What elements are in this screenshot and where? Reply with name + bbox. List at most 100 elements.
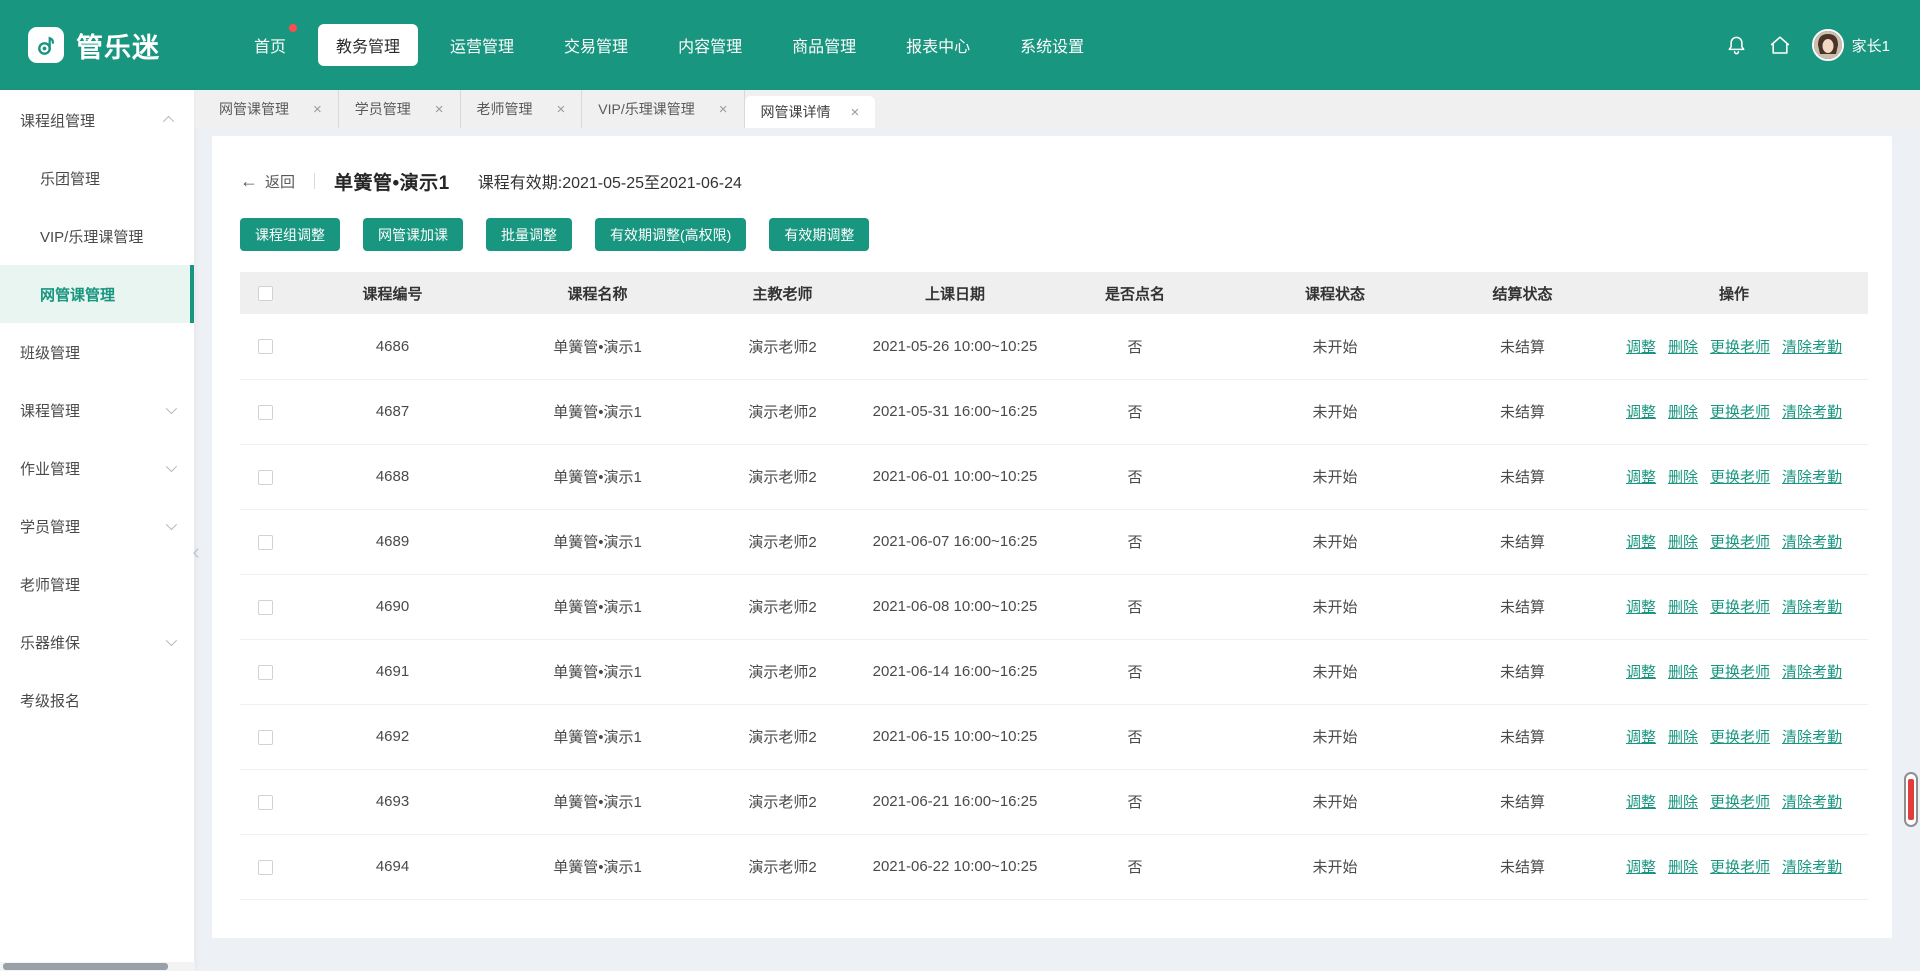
row-checkbox[interactable]	[258, 600, 273, 615]
sidebar-collapse-handle[interactable]: ‹	[187, 530, 205, 574]
nav-item-2[interactable]: 运营管理	[432, 24, 532, 66]
sidebar-item-1[interactable]: 乐团管理	[0, 149, 194, 207]
nav-item-0[interactable]: 首页	[236, 24, 304, 66]
clear-attendance-link[interactable]: 清除考勤	[1782, 599, 1842, 616]
adjust-link[interactable]: 调整	[1626, 534, 1656, 551]
sidebar-item-9[interactable]: 乐器维保	[0, 613, 194, 671]
status-cell: 未开始	[1225, 769, 1445, 834]
close-tab-icon[interactable]: ×	[435, 102, 444, 117]
back-button[interactable]: ← 返回	[240, 171, 295, 192]
clear-attendance-link[interactable]: 清除考勤	[1782, 729, 1842, 746]
change-teacher-link[interactable]: 更换老师	[1710, 469, 1770, 486]
clear-attendance-link[interactable]: 清除考勤	[1782, 339, 1842, 356]
change-teacher-link[interactable]: 更换老师	[1710, 404, 1770, 421]
toolbar-button-3[interactable]: 有效期调整(高权限)	[595, 218, 746, 251]
adjust-link[interactable]: 调整	[1626, 599, 1656, 616]
clear-attendance-link[interactable]: 清除考勤	[1782, 534, 1842, 551]
toolbar-button-0[interactable]: 课程组调整	[240, 218, 340, 251]
adjust-link[interactable]: 调整	[1626, 729, 1656, 746]
sidebar-item-2[interactable]: VIP/乐理课管理	[0, 207, 194, 265]
horizontal-scrollbar-thumb[interactable]	[3, 963, 168, 970]
sidebar-item-0[interactable]: 课程组管理	[0, 91, 194, 149]
change-teacher-link[interactable]: 更换老师	[1710, 339, 1770, 356]
toolbar-button-1[interactable]: 网管课加课	[363, 218, 463, 251]
nav-item-7[interactable]: 系统设置	[1002, 24, 1102, 66]
close-tab-icon[interactable]: ×	[851, 105, 860, 120]
user-menu[interactable]: 家长1	[1812, 29, 1890, 61]
sidebar-item-6[interactable]: 作业管理	[0, 439, 194, 497]
delete-link[interactable]: 删除	[1668, 859, 1698, 876]
adjust-link[interactable]: 调整	[1626, 794, 1656, 811]
close-tab-icon[interactable]: ×	[557, 102, 566, 117]
clear-attendance-link[interactable]: 清除考勤	[1782, 859, 1842, 876]
adjust-link[interactable]: 调整	[1626, 469, 1656, 486]
adjust-link[interactable]: 调整	[1626, 339, 1656, 356]
close-tab-icon[interactable]: ×	[719, 102, 728, 117]
nav-item-3[interactable]: 交易管理	[546, 24, 646, 66]
toolbar-button-4[interactable]: 有效期调整	[769, 218, 869, 251]
home-icon[interactable]	[1768, 33, 1792, 57]
change-teacher-link[interactable]: 更换老师	[1710, 729, 1770, 746]
delete-link[interactable]: 删除	[1668, 729, 1698, 746]
adjust-link[interactable]: 调整	[1626, 859, 1656, 876]
row-checkbox[interactable]	[258, 405, 273, 420]
row-checkbox[interactable]	[258, 730, 273, 745]
avatar	[1812, 29, 1844, 61]
adjust-link[interactable]: 调整	[1626, 664, 1656, 681]
delete-link[interactable]: 删除	[1668, 339, 1698, 356]
tab-2[interactable]: 老师管理×	[461, 90, 583, 128]
brand[interactable]: 管乐迷	[28, 26, 160, 65]
tab-label: 学员管理	[355, 99, 411, 119]
delete-link[interactable]: 删除	[1668, 599, 1698, 616]
sidebar-item-7[interactable]: 学员管理	[0, 497, 194, 555]
date-cell: 2021-06-21 16:00~16:25	[865, 769, 1045, 834]
row-checkbox[interactable]	[258, 470, 273, 485]
page-body: 课程组管理乐团管理VIP/乐理课管理网管课管理班级管理课程管理作业管理学员管理老…	[0, 90, 1920, 971]
change-teacher-link[interactable]: 更换老师	[1710, 599, 1770, 616]
row-checkbox[interactable]	[258, 535, 273, 550]
select-all-checkbox[interactable]	[258, 286, 273, 301]
delete-link[interactable]: 删除	[1668, 794, 1698, 811]
table-row: 4691单簧管•演示1演示老师22021-06-14 16:00~16:25否未…	[240, 639, 1868, 704]
sidebar-item-5[interactable]: 课程管理	[0, 381, 194, 439]
notifications-icon[interactable]	[1725, 34, 1748, 57]
tab-3[interactable]: VIP/乐理课管理×	[582, 90, 744, 128]
clear-attendance-link[interactable]: 清除考勤	[1782, 404, 1842, 421]
tab-4[interactable]: 网管课详情×	[745, 96, 876, 128]
table-row: 4690单簧管•演示1演示老师22021-06-08 10:00~10:25否未…	[240, 574, 1868, 639]
delete-link[interactable]: 删除	[1668, 664, 1698, 681]
change-teacher-link[interactable]: 更换老师	[1710, 794, 1770, 811]
rollcall-cell: 否	[1045, 639, 1225, 704]
toolbar-button-2[interactable]: 批量调整	[486, 218, 572, 251]
tab-1[interactable]: 学员管理 ×	[339, 90, 461, 128]
clear-attendance-link[interactable]: 清除考勤	[1782, 469, 1842, 486]
change-teacher-link[interactable]: 更换老师	[1710, 664, 1770, 681]
adjust-link[interactable]: 调整	[1626, 404, 1656, 421]
nav-item-4[interactable]: 内容管理	[660, 24, 760, 66]
tab-0[interactable]: 网管课管理×	[203, 90, 339, 128]
change-teacher-link[interactable]: 更换老师	[1710, 534, 1770, 551]
sidebar-item-3[interactable]: 网管课管理	[0, 265, 194, 323]
sidebar-item-label: VIP/乐理课管理	[40, 226, 143, 247]
close-tab-icon[interactable]: ×	[313, 102, 322, 117]
sidebar-item-label: 老师管理	[20, 574, 80, 595]
delete-link[interactable]: 删除	[1668, 404, 1698, 421]
sidebar-item-4[interactable]: 班级管理	[0, 323, 194, 381]
row-checkbox[interactable]	[258, 795, 273, 810]
sidebar-item-label: 作业管理	[20, 458, 80, 479]
delete-link[interactable]: 删除	[1668, 469, 1698, 486]
clear-attendance-link[interactable]: 清除考勤	[1782, 664, 1842, 681]
nav-item-6[interactable]: 报表中心	[888, 24, 988, 66]
brand-name: 管乐迷	[76, 26, 160, 65]
change-teacher-link[interactable]: 更换老师	[1710, 859, 1770, 876]
nav-item-1[interactable]: 教务管理	[318, 24, 418, 66]
tab-bar: 网管课管理×学员管理×老师管理×VIP/乐理课管理×网管课详情×	[195, 90, 1920, 128]
clear-attendance-link[interactable]: 清除考勤	[1782, 794, 1842, 811]
row-checkbox[interactable]	[258, 860, 273, 875]
delete-link[interactable]: 删除	[1668, 534, 1698, 551]
row-checkbox[interactable]	[258, 339, 273, 354]
nav-item-5[interactable]: 商品管理	[774, 24, 874, 66]
sidebar-item-10[interactable]: 考级报名	[0, 671, 194, 729]
row-checkbox[interactable]	[258, 665, 273, 680]
sidebar-item-8[interactable]: 老师管理	[0, 555, 194, 613]
